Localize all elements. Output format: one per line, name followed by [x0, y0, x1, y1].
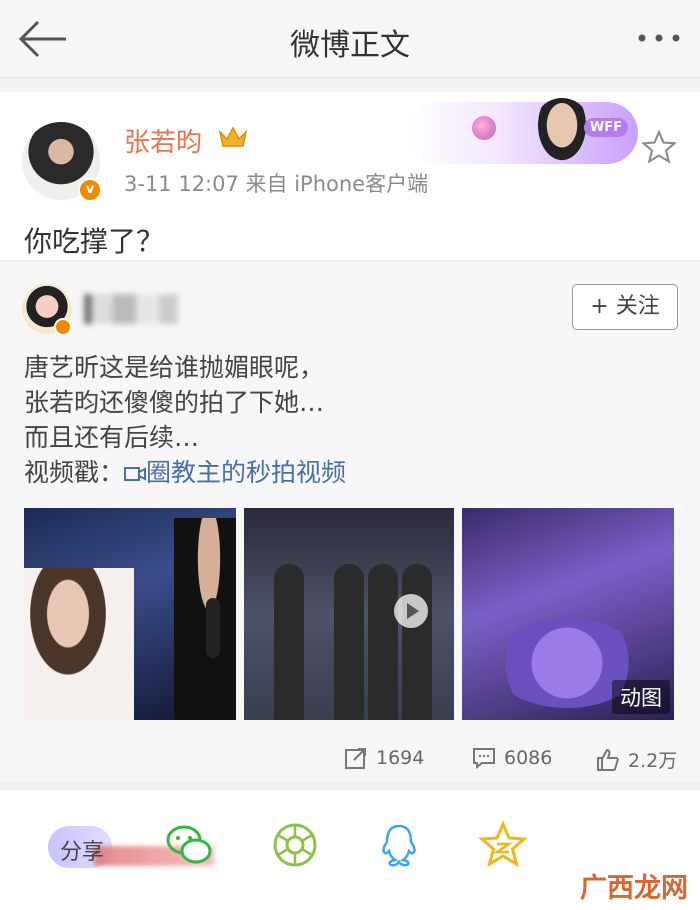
- comment-count-button[interactable]: 6086: [472, 746, 552, 770]
- author-name[interactable]: 张若昀: [124, 122, 202, 159]
- banner-portrait: [534, 98, 590, 166]
- author-avatar[interactable]: v: [22, 122, 102, 202]
- repost-line: 而且还有后续…: [24, 423, 200, 452]
- repost-action-row: 1694 6086 2.2万: [0, 746, 700, 776]
- play-icon[interactable]: [394, 594, 428, 628]
- repost-body: 唐艺昕这是给谁抛媚眼呢， 张若昀还傻傻的拍了下她… 而且还有后续… 视频戳： 圈教…: [24, 350, 346, 490]
- video-link[interactable]: 圈教主的秒拍视频: [124, 458, 346, 487]
- thumb-figure: [334, 564, 364, 720]
- repost-count: 1694: [376, 747, 425, 769]
- image-thumbnail-1[interactable]: [24, 508, 236, 720]
- microphone: [206, 598, 220, 658]
- repost-author-name-blurred[interactable]: [84, 294, 178, 324]
- comment-icon: [473, 748, 495, 770]
- profile-card-banner[interactable]: WFF: [406, 98, 638, 166]
- wff-badge: WFF: [583, 118, 628, 137]
- repost-icon: [345, 748, 366, 769]
- video-prefix: 视频戳：: [24, 458, 125, 487]
- repost-line: 唐艺昕这是给谁抛媚眼呢，: [24, 353, 325, 382]
- like-count: 2.2万: [628, 750, 678, 772]
- decor-ball-icon: [472, 116, 496, 140]
- video-link-text: 圈教主的秒拍视频: [146, 458, 347, 487]
- site-watermark: 广西龙网: [580, 873, 688, 904]
- post-source: 来自 iPhone客户端: [245, 172, 429, 196]
- page-title: 微博正文: [290, 28, 410, 63]
- post-body: 你吃撑了？: [24, 225, 165, 258]
- qzone-star-icon[interactable]: [478, 820, 528, 870]
- more-options-icon[interactable]: [634, 20, 684, 56]
- thumb-figure: [274, 564, 304, 720]
- share-button[interactable]: 分享: [60, 834, 104, 866]
- image-thumbnail-2[interactable]: [244, 508, 454, 720]
- moments-icon[interactable]: [270, 820, 320, 870]
- repost-line: 张若昀还傻傻的拍了下她…: [24, 388, 325, 417]
- thumb-figure: [24, 568, 134, 720]
- thumb-figure: [368, 564, 398, 720]
- repost-count-button[interactable]: 1694: [344, 746, 424, 770]
- image-thumbnail-3[interactable]: 动图: [462, 508, 674, 720]
- repost-verified-badge-icon: [54, 318, 72, 336]
- weibo-post: v 张若昀 3-11 12:07 来自 iPhone客户端 WFF 你吃撑了？: [0, 92, 700, 260]
- share-bar: 分享 广西龙网: [0, 790, 700, 910]
- comment-count: 6086: [504, 747, 553, 769]
- post-meta: 3-11 12:07 来自 iPhone客户端: [124, 168, 428, 198]
- favorite-star-icon[interactable]: [642, 130, 676, 164]
- reposted-content[interactable]: + 关注 唐艺昕这是给谁抛媚眼呢， 张若昀还傻傻的拍了下她… 而且还有后续… 视…: [0, 262, 700, 782]
- post-time: 3-11 12:07: [124, 172, 239, 196]
- video-camera-icon: [124, 467, 147, 481]
- wechat-icon[interactable]: [164, 820, 214, 870]
- vip-crown-icon: [218, 126, 248, 147]
- thumbs-up-icon: [597, 748, 619, 771]
- thumb-figure: [174, 518, 236, 720]
- top-nav-bar: 微博正文: [0, 0, 700, 78]
- video-line: 视频戳： 圈教主的秒拍视频: [24, 455, 346, 490]
- verified-badge-icon: v: [78, 178, 102, 202]
- qq-icon[interactable]: [374, 820, 424, 870]
- like-count-button[interactable]: 2.2万: [596, 746, 677, 773]
- thumb-figure: [402, 564, 432, 720]
- follow-button[interactable]: + 关注: [572, 284, 678, 330]
- gif-badge: 动图: [612, 680, 670, 714]
